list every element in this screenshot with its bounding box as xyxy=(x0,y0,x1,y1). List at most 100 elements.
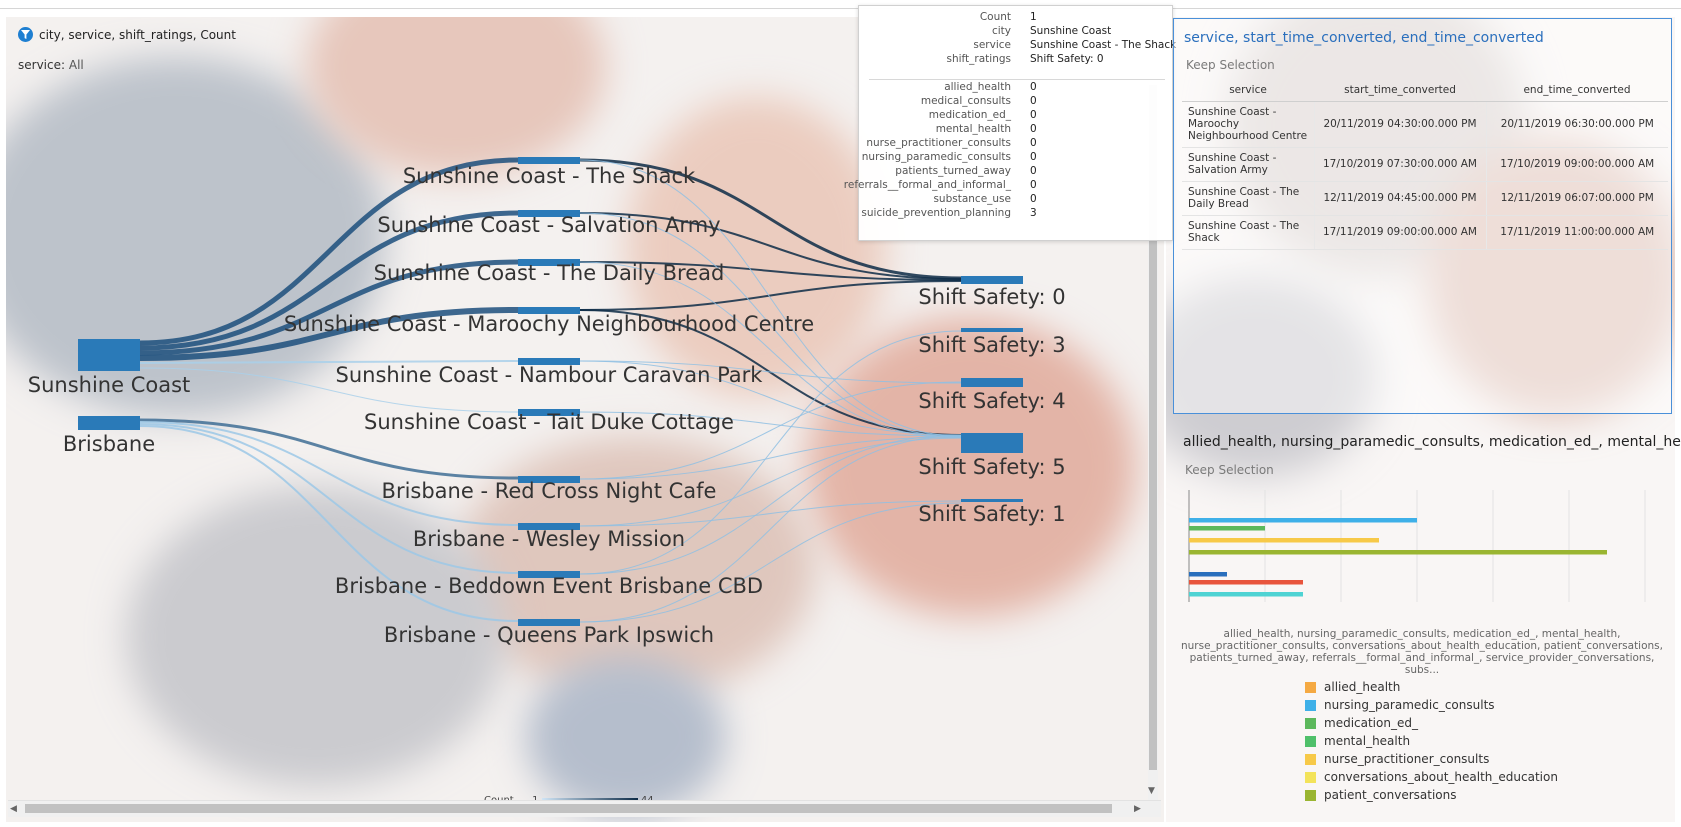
legend-swatch xyxy=(1305,681,1316,693)
table-header-service[interactable]: service xyxy=(1182,79,1314,102)
bar[interactable] xyxy=(1189,580,1303,585)
service-label: Brisbane - Wesley Mission xyxy=(413,527,685,551)
service-label: Sunshine Coast - Tait Duke Cottage xyxy=(364,410,734,434)
bar[interactable] xyxy=(1189,526,1265,531)
bar-chart[interactable] xyxy=(1181,490,1651,610)
service-filter[interactable]: service: All xyxy=(18,58,84,72)
rating-label: Shift Safety: 0 xyxy=(918,285,1065,309)
sankey-link[interactable] xyxy=(579,436,962,480)
tooltip-key: referrals__formal_and_informal_ xyxy=(843,179,1011,191)
service-label: Brisbane - Queens Park Ipswich xyxy=(384,623,714,647)
legend-swatch xyxy=(1305,699,1316,711)
tooltip-row: mental_health 0 xyxy=(859,123,1174,137)
bar[interactable] xyxy=(1189,592,1303,597)
table-row[interactable]: Sunshine Coast - The Shack 17/11/2019 09:… xyxy=(1182,215,1668,250)
tooltip-value: 0 xyxy=(1030,137,1037,149)
bar-panel-title[interactable]: allied_health, nursing_paramedic_consult… xyxy=(1183,434,1681,450)
table-cell-end: 17/10/2019 09:00:00.000 AM xyxy=(1485,147,1668,182)
bar-legend: allied_health nursing_paramedic_consultsm… xyxy=(1305,678,1558,804)
tooltip-value: 3 xyxy=(1030,207,1037,219)
keep-selection-button[interactable]: Keep Selection xyxy=(1186,58,1275,72)
city-label: Sunshine Coast xyxy=(28,373,191,397)
table-header-start[interactable]: start_time_converted xyxy=(1314,79,1486,102)
legend-label: allied_health xyxy=(1324,680,1401,694)
bar-chart-panel: allied_health, nursing_paramedic_consult… xyxy=(1173,428,1681,823)
table-cell-service: Sunshine Coast - The Shack xyxy=(1182,215,1314,250)
legend-swatch xyxy=(1305,717,1316,729)
bar-axis-caption-1: allied_health, nursing_paramedic_consult… xyxy=(1223,628,1621,640)
table-row[interactable]: Sunshine Coast - Maroochy Neighbourhood … xyxy=(1182,101,1668,148)
tooltip-value: 0 xyxy=(1030,95,1037,107)
scroll-left-arrow-icon[interactable]: ◀ xyxy=(10,804,17,814)
bar[interactable] xyxy=(1189,550,1607,555)
tooltip-row: suicide_prevention_planning 3 xyxy=(859,207,1174,221)
legend-item[interactable]: nurse_practitioner_consults xyxy=(1305,750,1558,768)
sankey-tooltip: Count 1 city Sunshine Coast service Sunshine … xyxy=(844,5,1177,241)
tooltip-value: Sunshine Coast - The Shack xyxy=(1030,39,1177,51)
service-label: Sunshine Coast - Nambour Caravan Park xyxy=(336,363,764,387)
filter-icon[interactable] xyxy=(18,27,33,42)
table-cell-start: 17/10/2019 07:30:00.000 AM xyxy=(1313,147,1486,182)
service-node[interactable] xyxy=(518,157,580,164)
legend-item[interactable]: conversations_about_health_education xyxy=(1305,768,1558,786)
table-cell-end: 17/11/2019 11:00:00.000 AM xyxy=(1485,215,1668,250)
rating-node[interactable] xyxy=(961,378,1023,387)
rating-node[interactable] xyxy=(961,276,1023,284)
service-label: Brisbane - Beddown Event Brisbane CBD xyxy=(335,574,763,598)
legend-item[interactable]: mental_health xyxy=(1305,732,1558,750)
tooltip-key: suicide_prevention_planning xyxy=(861,207,1011,219)
legend-label: nurse_practitioner_consults xyxy=(1324,752,1490,766)
scroll-down-arrow-icon[interactable]: ▼ xyxy=(1148,786,1155,796)
table-cell-service: Sunshine Coast - Maroochy Neighbourhood … xyxy=(1182,101,1314,148)
legend-item[interactable]: medication_ed_ xyxy=(1305,714,1558,732)
tooltip-key: mental_health xyxy=(935,123,1011,135)
bar[interactable] xyxy=(1189,538,1379,543)
tooltip-row: allied_health 0 xyxy=(859,81,1174,95)
table-cell-start: 12/11/2019 04:45:00.000 PM xyxy=(1313,181,1486,216)
legend-item[interactable]: allied_health xyxy=(1305,678,1558,696)
table-row[interactable]: Sunshine Coast - Salvation Army 17/10/201… xyxy=(1182,147,1668,182)
bar[interactable] xyxy=(1189,572,1227,577)
table-panel-title[interactable]: service, start_time_converted, end_time_… xyxy=(1184,30,1544,46)
scroll-right-arrow-icon[interactable]: ▶ xyxy=(1134,804,1141,814)
bar-axis-caption-2: nurse_practitioner_consults, conversatio… xyxy=(1180,640,1663,652)
service-label: Sunshine Coast - The Shack xyxy=(403,164,696,188)
horizontal-scrollbar-thumb[interactable] xyxy=(25,804,1112,813)
tooltip-separator xyxy=(869,79,1165,80)
city-node[interactable] xyxy=(78,416,140,430)
table-header-end[interactable]: end_time_converted xyxy=(1486,79,1668,102)
table-row[interactable]: Sunshine Coast - The Daily Bread 12/11/20… xyxy=(1182,181,1668,216)
city-node[interactable] xyxy=(78,339,140,371)
legend-item[interactable]: nursing_paramedic_consults xyxy=(1305,696,1558,714)
service-filter-label: service: xyxy=(18,58,66,72)
sankey-link[interactable] xyxy=(579,502,962,623)
table-cell-start: 20/11/2019 04:30:00.000 PM xyxy=(1313,101,1486,148)
table-cell-end: 12/11/2019 06:07:00.000 PM xyxy=(1485,181,1668,216)
legend-swatch xyxy=(1305,753,1316,765)
sankey-link[interactable] xyxy=(139,421,519,526)
legend-label: patient_conversations xyxy=(1324,788,1457,802)
legend-label: conversations_about_health_education xyxy=(1324,770,1558,784)
tooltip-value: 0 xyxy=(1030,165,1037,177)
tooltip-key: medication_ed_ xyxy=(928,109,1011,121)
sankey-link[interactable] xyxy=(579,280,962,311)
sankey-link[interactable] xyxy=(579,434,962,575)
service-label: Sunshine Coast - Salvation Army xyxy=(377,213,720,237)
table-cell-service: Sunshine Coast - Salvation Army xyxy=(1182,147,1314,182)
rating-node[interactable] xyxy=(961,433,1023,453)
tooltip-value: Sunshine Coast xyxy=(1030,25,1112,37)
keep-selection-button-2[interactable]: Keep Selection xyxy=(1185,463,1274,477)
bar[interactable] xyxy=(1189,518,1417,523)
top-divider xyxy=(0,8,1681,9)
sankey-title: city, service, shift_ratings, Count xyxy=(39,27,236,42)
legend-swatch xyxy=(1305,735,1316,747)
service-label: Brisbane - Red Cross Night Cafe xyxy=(382,479,717,503)
rating-node[interactable] xyxy=(961,328,1023,332)
legend-label: medication_ed_ xyxy=(1324,716,1418,730)
tooltip-key: Count xyxy=(979,11,1011,23)
tooltip-key: nursing_paramedic_consults xyxy=(861,151,1011,163)
legend-label: mental_health xyxy=(1324,734,1411,748)
legend-item[interactable]: patient_conversations xyxy=(1305,786,1558,804)
tooltip-row: service Sunshine Coast - The Shack xyxy=(859,39,1177,53)
rating-label: Shift Safety: 5 xyxy=(918,455,1065,479)
